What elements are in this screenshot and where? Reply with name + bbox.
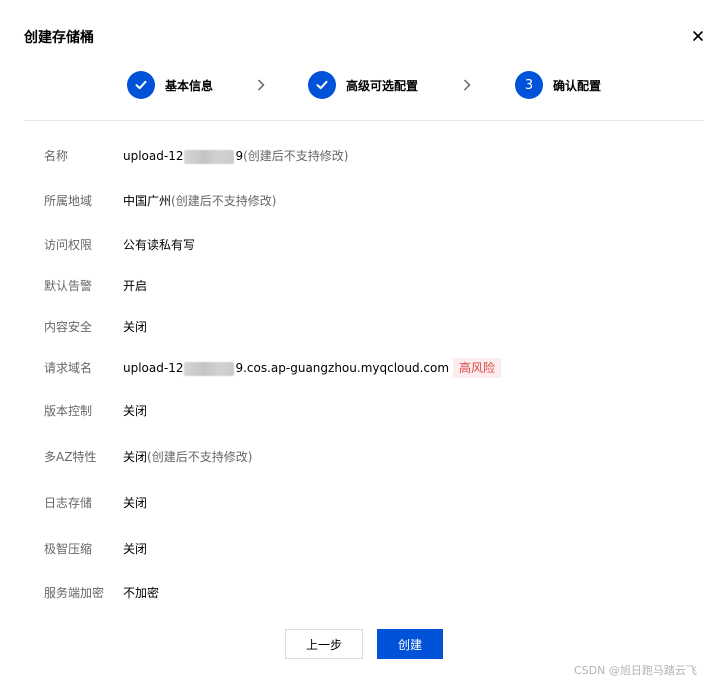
field-value: 关闭 — [123, 542, 148, 556]
step-1-label: 基本信息 — [165, 79, 214, 93]
field-label: 内容安全 — [44, 320, 93, 334]
field-name: 名称 upload-12 9(创建后不支持修改) — [0, 146, 726, 166]
field-access: 访问权限 公有读私有写 — [0, 235, 726, 255]
field-note: (创建后不支持修改) — [147, 450, 253, 464]
step-3-number: 3 — [515, 71, 543, 99]
field-versioning: 版本控制 关闭 — [0, 401, 726, 421]
close-button[interactable] — [688, 26, 708, 46]
field-logging: 日志存储 关闭 — [0, 493, 726, 513]
risk-tag: 高风险 — [453, 358, 502, 378]
field-value: 关闭 — [123, 404, 148, 418]
field-value: 开启 — [123, 279, 148, 293]
field-value: 关闭 — [123, 496, 148, 510]
field-label: 访问权限 — [44, 238, 93, 252]
field-value: 关闭 — [123, 450, 148, 464]
field-label: 服务端加密 — [44, 586, 105, 600]
field-label: 所属地域 — [44, 194, 93, 208]
field-compression: 极智压缩 关闭 — [0, 539, 726, 559]
redacted-blur — [184, 149, 235, 164]
close-icon — [693, 31, 703, 41]
field-value: 9 — [235, 149, 244, 163]
field-label: 日志存储 — [44, 496, 93, 510]
field-alarm: 默认告警 开启 — [0, 276, 726, 296]
stepper: 基本信息 高级可选配置 3 确认配置 — [0, 71, 726, 101]
field-encryption: 服务端加密 不加密 — [0, 583, 726, 603]
field-value: 公有读私有写 — [123, 238, 196, 252]
dialog-title: 创建存储桶 — [24, 30, 94, 46]
step-3-label: 确认配置 — [553, 79, 602, 93]
field-label: 多AZ特性 — [44, 450, 97, 464]
chevron-right-icon — [257, 79, 265, 91]
step-1-check-icon — [127, 71, 155, 99]
field-multi-az: 多AZ特性 关闭(创建后不支持修改) — [0, 447, 726, 467]
field-label: 默认告警 — [44, 279, 93, 293]
field-value: 不加密 — [123, 586, 160, 600]
create-button[interactable]: 创建 — [377, 629, 443, 659]
previous-step-button[interactable]: 上一步 — [285, 629, 363, 659]
field-label: 版本控制 — [44, 404, 93, 418]
field-value: 中国广州 — [123, 194, 172, 208]
chevron-right-icon — [463, 79, 471, 91]
field-label: 名称 — [44, 149, 69, 163]
field-value: 关闭 — [123, 320, 148, 334]
field-region: 所属地域 中国广州(创建后不支持修改) — [0, 191, 726, 211]
step-2-label: 高级可选配置 — [346, 79, 419, 93]
divider — [24, 120, 704, 121]
watermark: CSDN @旭日跑马踏云飞 — [574, 664, 697, 677]
step-2-check-icon — [308, 71, 336, 99]
field-label: 请求域名 — [44, 361, 93, 375]
field-content-security: 内容安全 关闭 — [0, 317, 726, 337]
redacted-blur — [184, 361, 235, 376]
field-note: (创建后不支持修改) — [243, 149, 349, 163]
field-value: 9.cos.ap-guangzhou.myqcloud.com — [235, 361, 450, 375]
field-value: upload-12 — [123, 149, 184, 163]
field-note: (创建后不支持修改) — [171, 194, 277, 208]
field-value: upload-12 — [123, 361, 184, 375]
field-domain: 请求域名 upload-12 9.cos.ap-guangzhou.myqclou… — [0, 358, 726, 378]
field-label: 极智压缩 — [44, 542, 93, 556]
